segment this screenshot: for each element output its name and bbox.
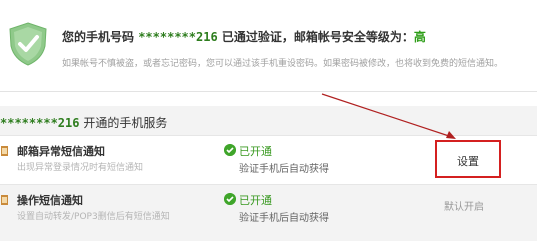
service-status-note: 验证手机后自动获得 [239, 213, 329, 224]
service-name: 邮箱异常短信通知 [17, 145, 105, 158]
envelope-icon [1, 195, 8, 205]
verification-hint: 如果帐号不慎被盗，或者忘记密码，您可以通过该手机重设密码。如果密码被修改，也将收… [62, 59, 504, 69]
service-description: 出现异常登录情况时有短信通知 [17, 163, 144, 173]
verification-middle: 已通过验证，邮箱帐号安全等级为： [221, 30, 414, 44]
service-status: 已开通 [239, 194, 272, 207]
verification-headline: 您的手机号码 ********216 已通过验证，邮箱帐号安全等级为：高 [62, 28, 426, 45]
services-title: ********216 开通的手机服务 [0, 114, 167, 131]
section-gap [0, 92, 537, 106]
default-enabled-label: 默认开启 [444, 202, 484, 213]
settings-highlight-box: 设置 [435, 140, 501, 178]
masked-phone-number: ********216 [138, 30, 218, 44]
verification-prefix: 您的手机号码 [62, 30, 135, 44]
check-circle-icon [224, 144, 236, 156]
settings-link[interactable]: 设置 [437, 153, 499, 169]
check-circle-icon [224, 193, 236, 205]
verification-panel: 您的手机号码 ********216 已通过验证，邮箱帐号安全等级为：高 如果帐… [0, 0, 537, 92]
envelope-icon [1, 146, 8, 156]
service-description: 设置自动转发/POP3删信后有短信通知 [17, 212, 170, 222]
service-status-note: 验证手机后自动获得 [239, 164, 329, 175]
shield-check-icon [9, 22, 47, 66]
security-level: 高 [413, 30, 426, 44]
service-name: 操作短信通知 [17, 194, 83, 207]
services-title-text: 开通的手机服务 [83, 116, 168, 130]
services-phone-number: ********216 [0, 116, 80, 130]
service-status: 已开通 [239, 145, 272, 158]
